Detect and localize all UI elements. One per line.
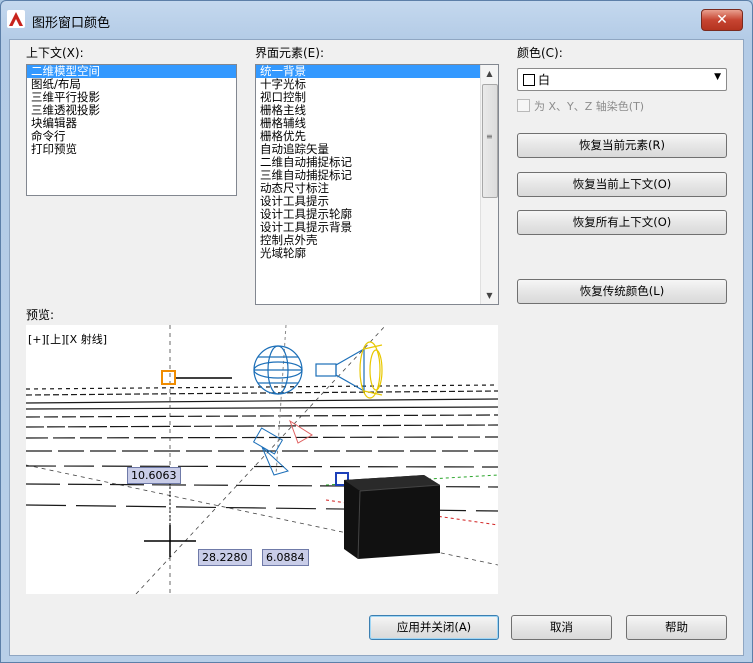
scroll-down-icon[interactable]: ▼ xyxy=(481,287,498,304)
dialog-window: 图形窗口颜色 ✕ 上下文(X): 二维模型空间 图纸/布局 三维平行投影 三维透视投影… xyxy=(0,0,753,663)
cancel-button[interactable]: 取消 xyxy=(511,615,612,640)
grip-icon: ≡ xyxy=(486,132,493,141)
context-list[interactable]: 二维模型空间 图纸/布局 三维平行投影 三维透视投影 块编辑器 命令行 打印预览 xyxy=(26,64,237,196)
restore-all-contexts-button[interactable]: 恢复所有上下文(O) xyxy=(517,210,727,235)
tint-axis-checkbox[interactable] xyxy=(517,99,530,112)
dialog-body: 上下文(X): 二维模型空间 图纸/布局 三维平行投影 三维透视投影 块编辑器 命令行 打印… xyxy=(9,39,744,656)
interface-element-list-item[interactable]: 光域轮廓 xyxy=(256,247,498,260)
tint-axis-label: 为 X、Y、Z 轴染色(T) xyxy=(534,100,645,113)
spot-light-icon xyxy=(315,341,383,399)
context-list-item[interactable]: 打印预览 xyxy=(27,143,236,156)
cube-object xyxy=(344,475,441,560)
tint-axis-checkbox-row[interactable]: 为 X、Y、Z 轴染色(T) xyxy=(517,98,644,114)
title-bar: 图形窗口颜色 ✕ xyxy=(1,1,752,39)
point-light-icon xyxy=(253,345,303,395)
color-dropdown[interactable]: 白 ▼ xyxy=(517,68,727,91)
autocad-logo-icon xyxy=(7,10,25,28)
preview-viewport: [+][上][X 射线] 10.6063 28.2280 6.0884 xyxy=(26,325,498,594)
color-swatch xyxy=(523,74,535,86)
scroll-thumb[interactable]: ≡ xyxy=(482,84,498,198)
interface-element-label: 界面元素(E): xyxy=(255,46,324,60)
window-title: 图形窗口颜色 xyxy=(32,16,111,31)
restore-classic-colors-button[interactable]: 恢复传统颜色(L) xyxy=(517,279,727,304)
dynamic-input-x: 28.2280 xyxy=(198,549,252,566)
viewport-controls-label: [+][上][X 射线] xyxy=(28,333,107,346)
context-label: 上下文(X): xyxy=(26,46,84,60)
color-dropdown-value: 白 xyxy=(538,73,551,87)
dynamic-input-y: 6.0884 xyxy=(262,549,309,566)
scroll-up-icon[interactable]: ▲ xyxy=(481,65,498,82)
cursor-box-icon xyxy=(161,370,176,385)
close-button[interactable]: ✕ xyxy=(701,9,743,31)
color-label: 颜色(C): xyxy=(517,46,563,60)
restore-current-element-button[interactable]: 恢复当前元素(R) xyxy=(517,133,727,158)
apply-and-close-button[interactable]: 应用并关闭(A) xyxy=(369,615,499,640)
chevron-down-icon: ▼ xyxy=(714,72,721,82)
preview-label: 预览: xyxy=(26,308,55,322)
help-button[interactable]: 帮助 xyxy=(626,615,727,640)
interface-list-scrollbar[interactable]: ▲ ≡ ▼ xyxy=(480,65,498,304)
interface-element-list[interactable]: 统一背景 十字光标 视口控制 栅格主线 栅格辅线 栅格优先 自动追踪矢量 二维自动捕捉标记 三维… xyxy=(255,64,499,305)
dynamic-dimension-vertical: 10.6063 xyxy=(127,467,181,484)
restore-current-context-button[interactable]: 恢复当前上下文(O) xyxy=(517,172,727,197)
